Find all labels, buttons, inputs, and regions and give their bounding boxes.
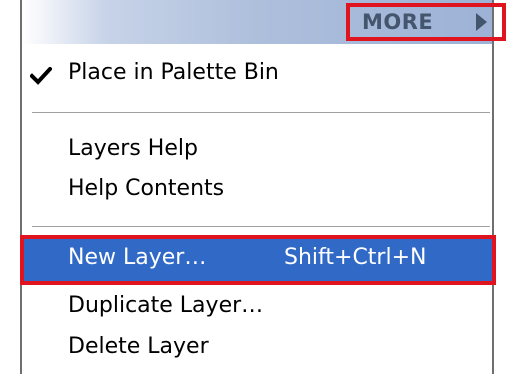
checkmark-icon: [30, 67, 52, 85]
triangle-right-icon: [476, 13, 487, 31]
menu-item-place-in-palette-bin[interactable]: Place in Palette Bin: [22, 54, 492, 96]
menu-title-bar: MORE: [22, 0, 506, 44]
menu-item-label: Layers Help: [68, 136, 198, 161]
menu-item-duplicate-layer[interactable]: Duplicate Layer…: [22, 287, 492, 329]
menu-item-shortcut: Shift+Ctrl+N: [284, 245, 427, 270]
menu-item-label: Delete Layer: [68, 334, 209, 359]
menu-item-delete-layer[interactable]: Delete Layer: [22, 328, 492, 370]
menu-separator: [32, 112, 490, 114]
menu-item-label: Help Contents: [68, 176, 225, 201]
menu-item-help-contents[interactable]: Help Contents: [22, 170, 492, 212]
menu-item-layers-help[interactable]: Layers Help: [22, 130, 492, 172]
menu-item-label: New Layer…: [68, 245, 207, 270]
menu-item-label: Duplicate Layer…: [68, 293, 264, 318]
menu-separator: [32, 226, 490, 228]
menu-right-border: [492, 0, 494, 374]
more-button[interactable]: MORE: [346, 3, 506, 41]
more-button-label: MORE: [362, 10, 434, 34]
menu-item-label: Place in Palette Bin: [68, 60, 279, 85]
menu-item-new-layer[interactable]: New Layer… Shift+Ctrl+N: [22, 239, 492, 281]
palette-options-menu: MORE Place in Palette Bin Layers Help He…: [0, 0, 507, 374]
